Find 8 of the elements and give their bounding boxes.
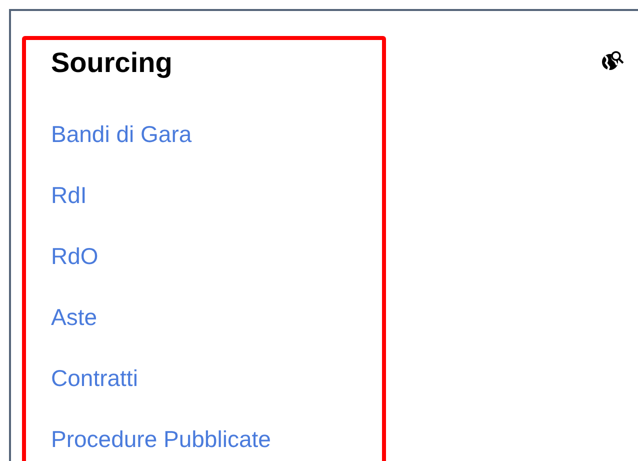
nav-link[interactable]: Aste: [51, 287, 98, 348]
globe-search-icon: [600, 50, 624, 72]
nav-link[interactable]: Bandi di Gara: [51, 104, 192, 165]
nav-link[interactable]: Contratti: [51, 348, 138, 409]
section-title: Sourcing: [51, 46, 174, 80]
nav-link[interactable]: Procedure Pubblicate: [51, 409, 271, 461]
nav-link[interactable]: RdO: [51, 226, 98, 287]
nav-link[interactable]: RdI: [51, 165, 87, 226]
